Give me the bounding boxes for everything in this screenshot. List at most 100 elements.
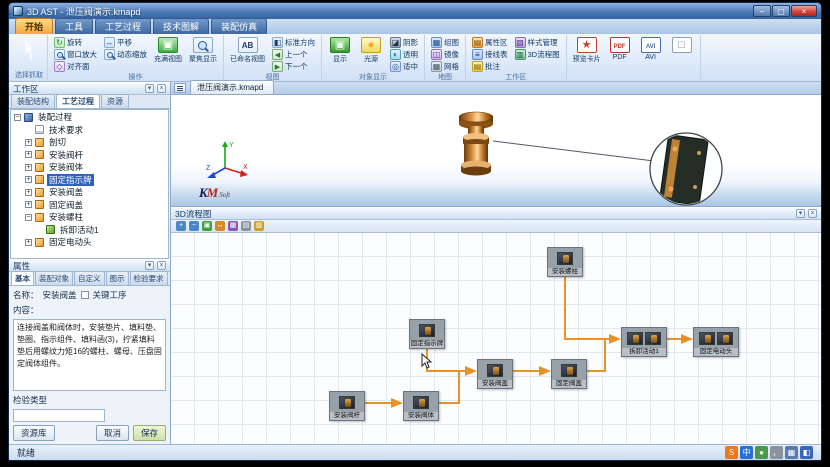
flow-node-安装螺柱[interactable]: 安装螺柱 [547, 247, 583, 277]
expand-icon[interactable]: + [25, 239, 32, 246]
process-name-value[interactable]: 安装阀盖 [43, 289, 77, 301]
tree-item-剖切[interactable]: +剖切 [11, 136, 168, 149]
document-list-icon[interactable] [174, 83, 186, 93]
flow-node-拆卸活动1[interactable]: 拆卸活动1 [621, 327, 667, 357]
flow-node-固定电动头[interactable]: 固定电动头 [693, 327, 739, 357]
collapse-icon[interactable]: − [14, 114, 21, 121]
flow-node-安装阀体[interactable]: 安装阀体 [403, 391, 439, 421]
ribbon-button-next-view[interactable]: 下一个 [270, 60, 317, 72]
ribbon-button-grid[interactable]: 网格 [429, 60, 461, 72]
collapse-icon[interactable]: − [25, 214, 32, 221]
tree-item-固定电动头[interactable]: +固定电动头 [11, 236, 168, 249]
layout-icon[interactable] [228, 221, 238, 231]
ribbon-button-fit-object[interactable]: 适中 [388, 60, 420, 72]
expand-icon[interactable]: + [25, 151, 32, 158]
ribbon-button-fit-view[interactable]: 充满视图 [152, 36, 184, 64]
ribbon-button-style-manager[interactable]: 样式管理 [513, 36, 562, 48]
ribbon-button-previous-view[interactable]: 上一个 [270, 48, 317, 60]
ribbon-button-document-export[interactable] [668, 36, 696, 64]
expand-icon[interactable]: + [25, 176, 32, 183]
ribbon-button-transparency[interactable]: 透明 [388, 48, 420, 60]
tree-item-固定阀盖[interactable]: +固定阀盖 [11, 199, 168, 212]
properties-tab-检验要求[interactable]: 检验要求 [130, 271, 168, 285]
panel-close-icon[interactable] [808, 209, 817, 218]
zoom-in-icon[interactable] [176, 221, 186, 231]
input-mode-icon[interactable]: 中 [740, 446, 753, 459]
properties-tab-图示[interactable]: 图示 [106, 271, 129, 285]
zoom-out-icon[interactable] [189, 221, 199, 231]
ribbon-button-align-face[interactable]: 对齐面 [52, 60, 99, 72]
ribbon-button-shadow[interactable]: 阴影 [388, 36, 420, 48]
ribbon-button-zoom-window[interactable]: 窗口放大 [52, 48, 99, 60]
panel-menu-icon[interactable] [145, 84, 154, 93]
flow-node-固定指示牌[interactable]: 固定指示牌 [409, 319, 445, 349]
3d-viewport[interactable]: Y X Z KMSoft [171, 95, 821, 207]
toolbox-icon[interactable]: ◧ [800, 446, 813, 459]
ribbon-tab-工具[interactable]: 工具 [55, 18, 93, 34]
key-process-checkbox[interactable] [81, 291, 89, 299]
tree-item-安装阀杆[interactable]: +安装阀杆 [11, 149, 168, 162]
panel-close-icon[interactable] [157, 84, 166, 93]
inspect-type-input[interactable] [13, 409, 105, 422]
expand-icon[interactable]: + [25, 201, 32, 208]
ribbon-tab-装配仿真[interactable]: 装配仿真 [211, 18, 267, 34]
fullwidth-icon[interactable]: ● [755, 446, 768, 459]
maximize-button[interactable]: ▢ [772, 5, 790, 17]
tree-item-安装阀盖[interactable]: +安装阀盖 [11, 186, 168, 199]
properties-tab-装配对象[interactable]: 装配对象 [35, 271, 73, 285]
ribbon-button-annotation[interactable]: 批注 [470, 60, 510, 72]
content-textarea[interactable]: 连接阀盖和阀体时，安装垫片、填料垫、垫圈、指示组件、填料函(3)，拧紧填料垫后用… [13, 319, 166, 391]
ribbon-button-group-map[interactable]: 组图 [429, 36, 461, 48]
ribbon-button-property-area[interactable]: 属性区 [470, 36, 510, 48]
punctuation-icon[interactable]: ， [770, 446, 783, 459]
ribbon-button-zoom-dynamic[interactable]: 动态缩放 [102, 48, 149, 60]
properties-tab-基本[interactable]: 基本 [11, 271, 34, 285]
ribbon-button-standard-orientation[interactable]: 标准方向 [270, 36, 317, 48]
flow-node-固定阀盖[interactable]: 固定阀盖 [551, 359, 587, 389]
properties-tab-自定义[interactable]: 自定义 [74, 271, 105, 285]
ribbon-button-flowchart-3d[interactable]: 3D流程图 [513, 48, 562, 60]
sogou-logo-icon[interactable]: S [725, 446, 738, 459]
tree-item-固定指示牌[interactable]: +固定指示牌 [11, 174, 168, 187]
tree-item-拆卸活动1[interactable]: 拆卸活动1 [11, 224, 168, 237]
tree-item-安装阀体[interactable]: +安装阀体 [11, 161, 168, 174]
document-tab[interactable]: 泄压阀演示.kmapd [190, 80, 274, 94]
minimize-button[interactable]: – [753, 5, 771, 17]
ribbon-button-mirror[interactable]: 镜像 [429, 48, 461, 60]
ribbon-button-preview-card[interactable]: 预览卡片 [571, 36, 603, 64]
ribbon-button-show-object[interactable]: 显示 [326, 36, 354, 64]
ribbon-button-pan[interactable]: 平移 [102, 36, 149, 48]
workspace-tab-工艺过程[interactable]: 工艺过程 [56, 94, 100, 108]
save-button[interactable]: 保存 [133, 425, 166, 441]
ribbon-button-wiring-list[interactable]: 接线表 [470, 48, 510, 60]
resource-library-button[interactable]: 资源库 [13, 425, 55, 441]
panel-menu-icon[interactable] [145, 261, 154, 270]
expand-icon[interactable]: + [25, 164, 32, 171]
ribbon-button-select-cursor[interactable] [15, 36, 43, 53]
ribbon-button-named-views[interactable]: 已命名视图 [228, 36, 267, 64]
expand-icon[interactable]: + [25, 189, 32, 196]
tree-item-技术要求[interactable]: 技术要求 [11, 124, 168, 137]
ribbon-button-focus-display[interactable]: 聚焦显示 [187, 36, 219, 64]
flow-node-安装阀杆[interactable]: 安装阀杆 [329, 391, 365, 421]
panel-close-icon[interactable] [157, 261, 166, 270]
cancel-button[interactable]: 取消 [96, 425, 129, 441]
tree-item-装配过程[interactable]: −装配过程 [11, 111, 168, 124]
pan-icon[interactable] [215, 221, 225, 231]
ribbon-tab-技术图解[interactable]: 技术图解 [153, 18, 209, 34]
ribbon-button-avi-export[interactable]: AVI [637, 36, 665, 64]
expand-icon[interactable]: + [25, 139, 32, 146]
ribbon-tab-开始[interactable]: 开始 [15, 18, 53, 34]
ribbon-button-rotate[interactable]: 旋转 [52, 36, 99, 48]
workspace-tab-装配结构[interactable]: 装配结构 [11, 94, 55, 108]
close-button[interactable]: × [791, 5, 817, 17]
print-icon[interactable] [241, 221, 251, 231]
flowchart-canvas[interactable]: 安装阀杆安装阀体固定指示牌安装阀盖固定阀盖安装螺柱拆卸活动1固定电动头 [171, 233, 821, 444]
panel-menu-icon[interactable] [796, 209, 805, 218]
ribbon-button-pdf-export[interactable]: PDF [606, 36, 634, 64]
export-icon[interactable] [254, 221, 264, 231]
titlebar[interactable]: 3D AST - 泄压阀演示.kmapd – ▢ × [9, 3, 821, 19]
soft-keyboard-icon[interactable]: ▦ [785, 446, 798, 459]
workspace-tab-资源[interactable]: 资源 [101, 94, 129, 108]
tree-item-安装螺柱[interactable]: −安装螺柱 [11, 211, 168, 224]
